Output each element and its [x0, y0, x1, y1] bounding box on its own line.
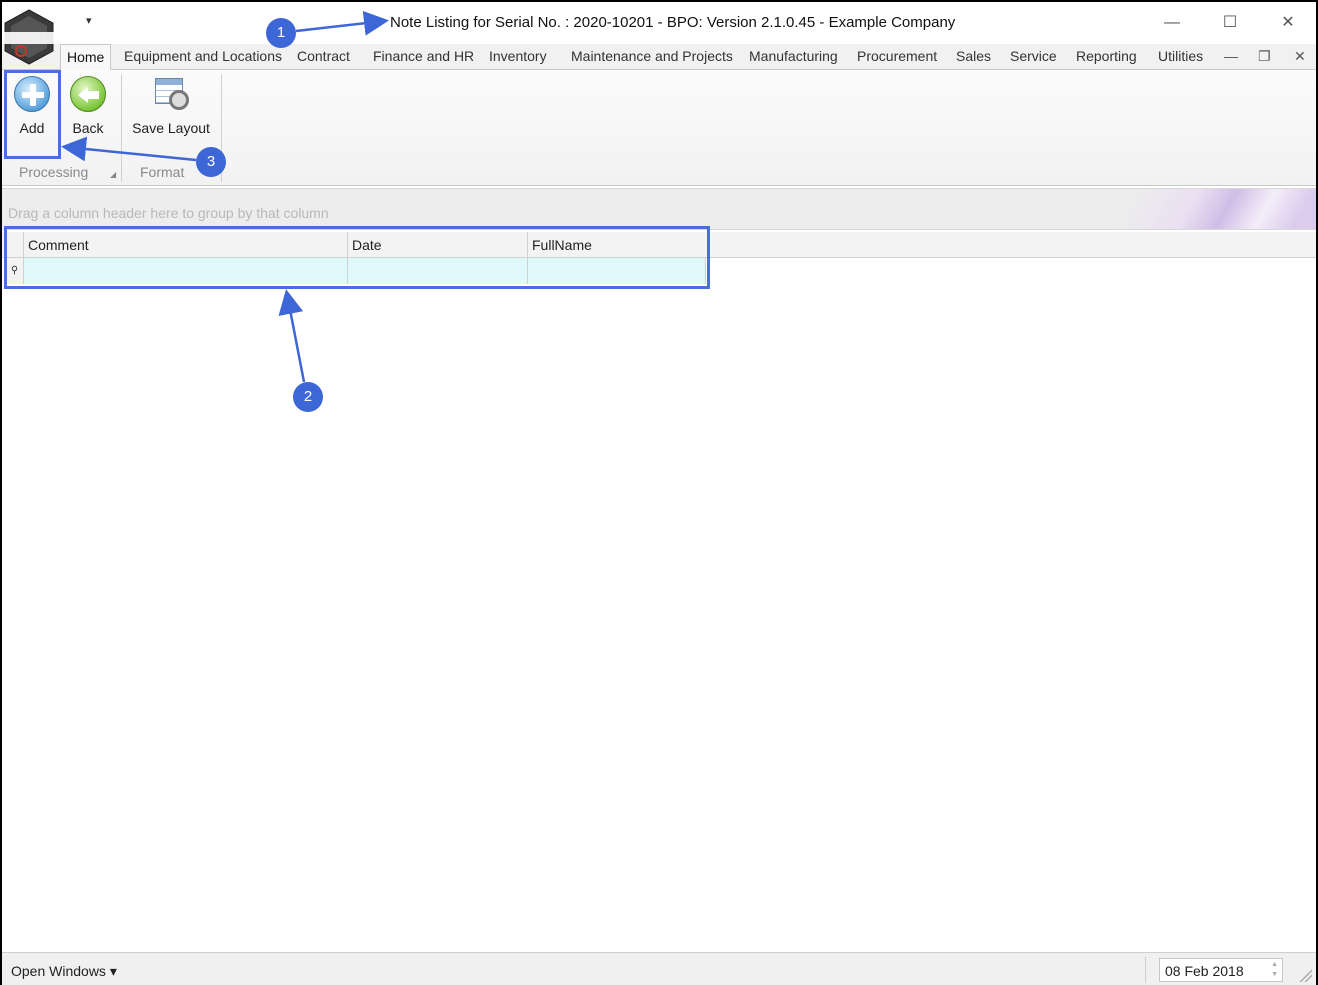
- filter-cell-fullname[interactable]: [528, 258, 706, 284]
- minimize-button[interactable]: —: [1152, 10, 1192, 36]
- mdi-close-button[interactable]: ✕: [1294, 48, 1306, 65]
- add-icon: [14, 76, 50, 112]
- add-button-label: Add: [19, 120, 45, 136]
- column-header-comment[interactable]: Comment: [24, 232, 348, 258]
- date-value: 08 Feb 2018: [1165, 963, 1244, 979]
- tab-contract[interactable]: Contract: [297, 48, 350, 64]
- status-divider: [1145, 957, 1146, 983]
- column-header-fullname[interactable]: FullName: [528, 232, 708, 258]
- callout-1: 1: [266, 18, 296, 48]
- tab-manufacturing[interactable]: Manufacturing: [749, 48, 838, 64]
- tab-procurement[interactable]: Procurement: [857, 48, 937, 64]
- resize-grip-icon[interactable]: [1298, 968, 1312, 982]
- save-layout-icon: [153, 76, 189, 112]
- save-layout-button-label: Save Layout: [132, 120, 210, 136]
- mdi-restore-button[interactable]: ❐: [1258, 48, 1271, 65]
- filter-cell-date[interactable]: [348, 258, 528, 284]
- callout-2: 2: [293, 382, 323, 412]
- title-bar: ▾ Note Listing for Serial No. : 2020-102…: [2, 2, 1316, 65]
- group-by-hint: Drag a column header here to group by th…: [8, 205, 329, 221]
- tab-utilities[interactable]: Utilities: [1158, 48, 1203, 64]
- decorative-swoosh: [1086, 189, 1316, 229]
- grid-header-row: Comment Date FullName: [2, 232, 1316, 258]
- tab-equipment-and-locations[interactable]: Equipment and Locations: [124, 48, 282, 64]
- status-bar: Open Windows ▾ 08 Feb 2018 ▲ ▼: [2, 952, 1316, 985]
- window-title: Note Listing for Serial No. : 2020-10201…: [390, 14, 956, 31]
- group-label-format: Format: [140, 164, 185, 180]
- tab-service[interactable]: Service: [1010, 48, 1057, 64]
- column-header-date[interactable]: Date: [348, 232, 528, 258]
- open-windows-button[interactable]: Open Windows ▾: [11, 963, 117, 980]
- group-launcher-icon[interactable]: ◢: [110, 170, 116, 179]
- mdi-minimize-button[interactable]: —: [1224, 48, 1238, 64]
- maximize-button[interactable]: ☐: [1210, 10, 1250, 36]
- save-layout-button[interactable]: Save Layout: [130, 76, 212, 136]
- close-button[interactable]: ✕: [1268, 10, 1308, 36]
- auto-filter-row: ⚲: [6, 258, 706, 284]
- row-indicator-header: [6, 232, 24, 258]
- filter-row-icon: ⚲: [6, 258, 24, 284]
- notes-grid: Comment Date FullName ⚲: [2, 230, 1316, 950]
- back-arrow-icon: [70, 76, 106, 112]
- group-by-panel[interactable]: Drag a column header here to group by th…: [2, 188, 1316, 230]
- tab-sales[interactable]: Sales: [956, 48, 991, 64]
- group-label-processing: Processing: [19, 164, 89, 180]
- ribbon-group-divider: [121, 74, 122, 182]
- application-window: ▾ Note Listing for Serial No. : 2020-102…: [0, 0, 1318, 985]
- spin-down-icon[interactable]: ▼: [1271, 971, 1278, 978]
- tab-home[interactable]: Home: [60, 44, 112, 71]
- tab-inventory[interactable]: Inventory: [489, 48, 547, 64]
- tab-maintenance-and-projects[interactable]: Maintenance and Projects: [571, 48, 733, 64]
- back-button[interactable]: Back: [68, 76, 108, 136]
- tab-finance-and-hr[interactable]: Finance and HR: [373, 48, 474, 64]
- filter-cell-comment[interactable]: [24, 258, 348, 284]
- spin-up-icon[interactable]: ▲: [1271, 961, 1278, 968]
- tab-reporting[interactable]: Reporting: [1076, 48, 1137, 64]
- add-button[interactable]: Add: [12, 76, 52, 136]
- date-spinner[interactable]: ▲ ▼: [1271, 960, 1278, 980]
- quick-access-dropdown-icon[interactable]: ▾: [86, 14, 92, 27]
- bpo-logo-icon[interactable]: [2, 8, 56, 66]
- ribbon-tab-bar: Home Equipment and Locations Contract Fi…: [2, 44, 1316, 71]
- callout-3: 3: [196, 147, 226, 177]
- date-field[interactable]: 08 Feb 2018 ▲ ▼: [1159, 958, 1283, 982]
- back-button-label: Back: [72, 120, 104, 136]
